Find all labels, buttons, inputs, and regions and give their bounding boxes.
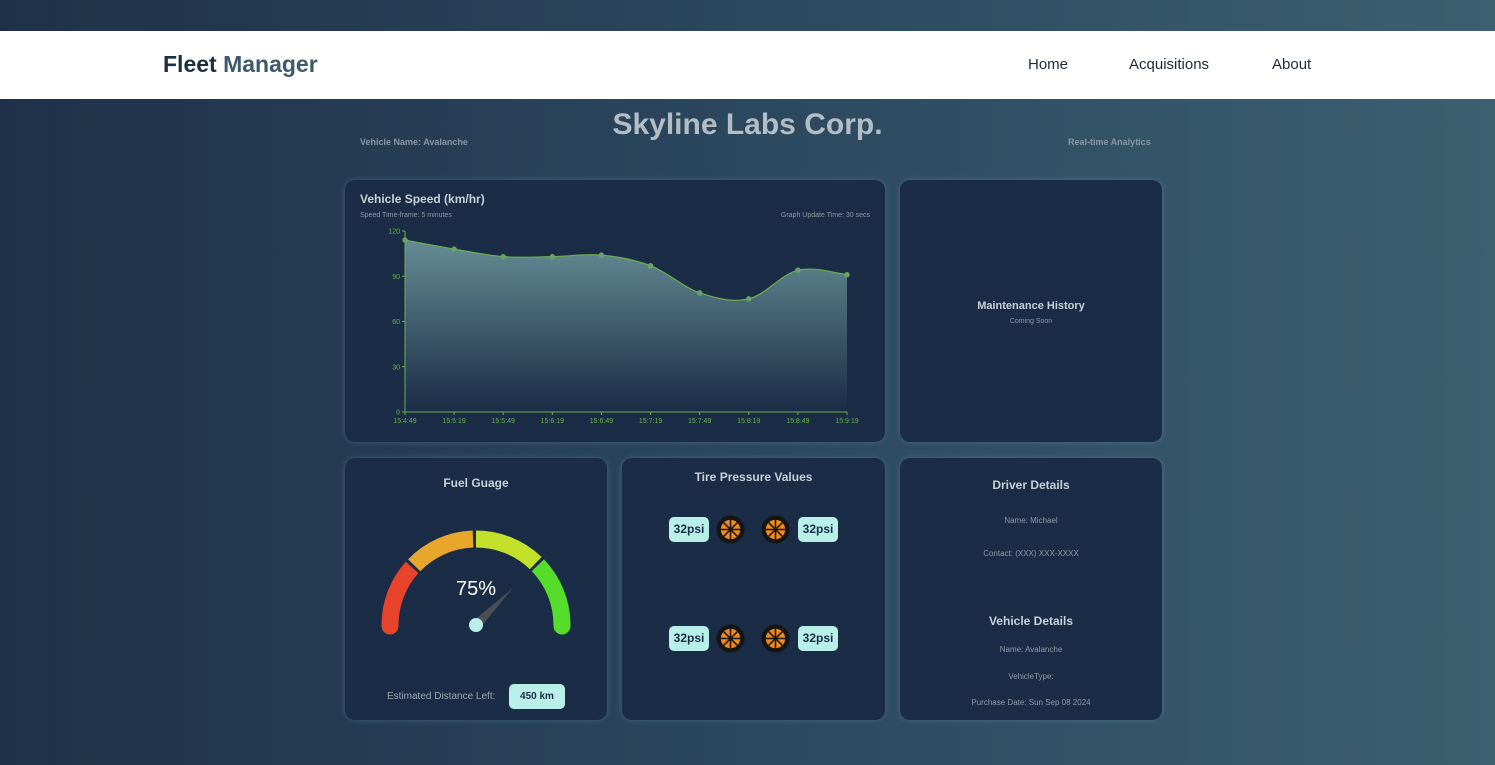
tire-card: Tire Pressure Values 32psi 32psi 32psi 3…	[622, 458, 885, 720]
x-tick-label: 15:9:19	[835, 418, 858, 425]
x-tick-label: 15:4:49	[393, 418, 416, 425]
x-tick-label: 15:7:19	[639, 418, 662, 425]
x-tick-label: 15:8:49	[786, 418, 809, 425]
speed-point[interactable]	[696, 290, 703, 296]
x-tick-label: 15:6:19	[541, 418, 564, 425]
speed-timeframe: Speed Time-frame: 5 minutes	[360, 212, 452, 219]
tire-rear-right-icon	[761, 624, 790, 653]
tire-front-right-psi: 32psi	[798, 517, 838, 542]
x-tick-label: 15:8:19	[737, 418, 760, 425]
vehicle-details-title: Vehicle Details	[988, 614, 1074, 628]
vehicle-name: Name: Avalanche	[999, 645, 1063, 654]
driver-name: Name: Michael	[1004, 516, 1058, 525]
y-tick-label: 30	[392, 364, 400, 371]
x-tick-label: 15:5:49	[492, 418, 515, 425]
speed-area	[405, 240, 847, 412]
gauge-segment	[475, 530, 542, 570]
speed-point[interactable]	[500, 253, 506, 260]
fuel-percent: 75%	[455, 578, 497, 600]
vehicle-purchase-date: Purchase Date: Sun Sep 08 2024	[971, 698, 1091, 707]
driver-vehicle-card: Driver Details Name: Michael Contact: (X…	[900, 458, 1162, 720]
speed-chart-title: Vehicle Speed (km/hr)	[360, 192, 485, 206]
fuel-card: Fuel Guage 75% Estimated Distance Left: …	[345, 458, 607, 720]
gauge-end	[381, 617, 399, 635]
x-tick-label: 15:6:49	[590, 418, 613, 425]
gauge-segment	[408, 530, 474, 572]
tire-front-left-icon	[716, 515, 745, 544]
tire-front-right-icon	[761, 515, 790, 544]
maintenance-subtitle: Coming Soon	[1009, 318, 1053, 325]
speed-point[interactable]	[795, 267, 801, 273]
driver-contact: Contact: (XXX) XXX-XXXX	[983, 549, 1079, 558]
distance-value: 450 km	[509, 684, 565, 709]
maintenance-card: Maintenance History Coming Soon	[900, 180, 1162, 442]
y-tick-label: 90	[392, 274, 400, 281]
speed-point[interactable]	[746, 296, 752, 302]
tire-rear-left-psi: 32psi	[669, 626, 709, 651]
navbar: Fleet Manager Home Acquisitions About	[0, 31, 1495, 99]
nav-about[interactable]: About	[1272, 56, 1311, 73]
realtime-analytics-label: Real-time Analytics	[1068, 137, 1151, 147]
speed-point[interactable]	[451, 246, 457, 252]
company-title: Skyline Labs Corp.	[612, 108, 883, 141]
speed-point[interactable]	[549, 253, 556, 260]
gauge-hub	[469, 618, 483, 632]
speed-point[interactable]	[598, 252, 605, 258]
vehicle-name-label: Vehicle Name: Avalanche	[360, 137, 468, 147]
nav-home[interactable]: Home	[1028, 56, 1068, 73]
nav-acquisitions[interactable]: Acquisitions	[1129, 56, 1209, 73]
speed-point[interactable]	[844, 272, 850, 278]
y-tick-label: 0	[396, 410, 400, 417]
top-strip	[0, 0, 1495, 31]
vehicle-type: VehicleType:	[1008, 672, 1054, 681]
brand-manager: Manager	[223, 51, 318, 77]
maintenance-title: Maintenance History	[977, 300, 1085, 312]
speed-point[interactable]	[402, 237, 408, 243]
y-tick-label: 120	[388, 229, 400, 236]
tire-front-left-psi: 32psi	[669, 517, 709, 542]
tire-rear-left-icon	[716, 624, 745, 653]
x-tick-label: 15:5:19	[442, 418, 465, 425]
driver-details-title: Driver Details	[992, 478, 1070, 492]
speed-card: 0 30 60 90 120 15:4:49 15:5:19 15:5:49 15:6:19 15…	[345, 180, 885, 442]
brand-fleet: Fleet	[163, 51, 217, 77]
gauge-end	[553, 617, 571, 635]
speed-chart: 0 30 60 90 120 15:4:49 15:5:19 15:5:49 15:6:19 15…	[388, 229, 858, 426]
tire-title: Tire Pressure Values	[694, 470, 813, 484]
distance-label: Estimated Distance Left:	[387, 691, 496, 702]
brand-logo[interactable]: Fleet Manager	[163, 51, 318, 78]
tire-rear-right-psi: 32psi	[798, 626, 838, 651]
speed-point[interactable]	[647, 262, 654, 269]
speed-update-time: Graph Update Time: 30 secs	[780, 212, 870, 219]
y-tick-label: 60	[392, 319, 400, 326]
x-tick-label: 15:7:49	[688, 418, 711, 425]
